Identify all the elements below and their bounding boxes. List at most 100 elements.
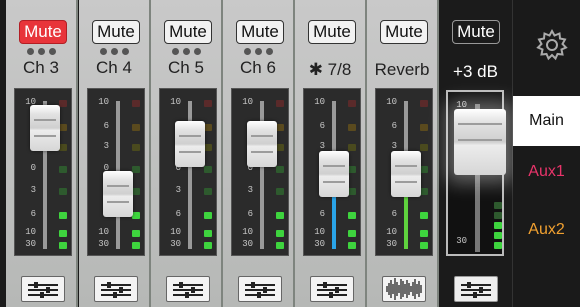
meter-led — [59, 230, 67, 237]
sliders-line — [28, 284, 58, 286]
meter-led — [204, 230, 212, 237]
meter-led — [132, 242, 140, 249]
scale-label: 6 — [391, 209, 397, 219]
mute-button[interactable]: Mute — [236, 20, 284, 44]
fader-panel: 10630361030 — [14, 88, 72, 256]
mute-button[interactable]: Mute — [164, 20, 212, 44]
mute-button[interactable]: Mute — [19, 20, 67, 44]
scale-label: 10 — [98, 97, 109, 107]
meter-led — [204, 100, 212, 107]
scale-label: 3 — [319, 141, 325, 151]
scale-label: 30 — [314, 239, 325, 249]
mute-button[interactable]: Mute — [92, 20, 140, 44]
eq-settings-button[interactable] — [382, 276, 426, 302]
channel-strip: MuteCh 610630361030 — [223, 0, 295, 307]
eq-settings-button[interactable] — [310, 276, 354, 302]
indicator-dot — [26, 48, 34, 55]
channel-strip: MuteCh 410630361030 — [79, 0, 151, 307]
meter-led — [276, 188, 284, 195]
meter-led — [59, 144, 67, 151]
scale-label: 30 — [456, 236, 467, 246]
bus-main-button[interactable]: Main — [513, 96, 580, 146]
bus-sidebar: Main Aux1 Aux2 — [513, 0, 580, 307]
bus-aux1-button[interactable]: Aux1 — [513, 163, 580, 181]
mute-button[interactable]: Mute — [452, 20, 500, 44]
scale-label: 6 — [319, 209, 325, 219]
fader-panel: 10630361030 — [159, 88, 217, 256]
meter-led — [204, 242, 212, 249]
meter-led — [348, 124, 356, 131]
mute-button[interactable]: Mute — [380, 20, 428, 44]
scale-label: 30 — [98, 239, 109, 249]
fader-knob[interactable] — [454, 109, 506, 176]
meter-led — [348, 230, 356, 237]
meter-led — [59, 100, 67, 107]
channel-name: Reverb — [374, 60, 430, 79]
meter-led — [59, 166, 67, 173]
eq-settings-button[interactable] — [454, 276, 498, 302]
scale-label: 3 — [175, 185, 181, 195]
fader-knob[interactable] — [103, 171, 133, 218]
sliders-icon — [167, 277, 209, 301]
scale-label: 10 — [314, 97, 325, 107]
sliders-tick — [191, 287, 195, 293]
channel-strip: MuteCh 310630361030 — [6, 0, 78, 307]
sliders-icon — [239, 277, 281, 301]
indicator-dot — [171, 48, 179, 55]
fader-knob[interactable] — [175, 120, 205, 167]
meter-led — [348, 188, 356, 195]
scale-label: 10 — [314, 227, 325, 237]
gear-icon[interactable] — [535, 28, 569, 62]
mute-button[interactable]: Mute — [308, 20, 356, 44]
eq-settings-button[interactable] — [238, 276, 282, 302]
meter-led — [420, 166, 428, 173]
meter-led — [59, 188, 67, 195]
sliders-line — [101, 289, 131, 291]
meter-led — [420, 242, 428, 249]
meter-led — [420, 230, 428, 237]
meter-led — [132, 188, 140, 195]
meter-led — [132, 124, 140, 131]
fader-knob[interactable] — [319, 150, 349, 197]
sliders-tick — [323, 282, 327, 288]
eq-settings-button[interactable] — [21, 276, 65, 302]
scale-label: 30 — [170, 239, 181, 249]
fader-knob[interactable] — [391, 150, 421, 197]
sliders-tick — [46, 287, 50, 293]
meter-led — [276, 242, 284, 249]
fader-knob[interactable] — [30, 104, 60, 151]
channel-strip: MuteCh 510630361030 — [151, 0, 223, 307]
meter-led — [276, 166, 284, 173]
scale-label: 6 — [391, 121, 397, 131]
scale-label: 6 — [247, 209, 253, 219]
sliders-line — [461, 284, 491, 286]
sliders-tick — [473, 292, 477, 298]
sliders-icon — [22, 277, 64, 301]
scale-label: 3 — [391, 141, 397, 151]
sliders-tick — [335, 287, 339, 293]
meter-led — [420, 124, 428, 131]
sliders-tick — [251, 282, 255, 288]
channel-strip: MuteReverb10630361030 — [367, 0, 439, 307]
eq-settings-button[interactable] — [166, 276, 210, 302]
meter-led — [494, 242, 502, 249]
scale-label: 3 — [30, 185, 36, 195]
sliders-line — [461, 289, 491, 291]
sliders-tick — [329, 292, 333, 298]
scale-label: 3 — [103, 141, 109, 151]
sliders-line — [245, 284, 275, 286]
scale-label: 6 — [30, 209, 36, 219]
fader-knob[interactable] — [247, 120, 277, 167]
bus-aux2-button[interactable]: Aux2 — [513, 221, 580, 239]
sliders-tick — [40, 292, 44, 298]
eq-settings-button[interactable] — [94, 276, 138, 302]
meter-led — [420, 188, 428, 195]
meter-led — [348, 144, 356, 151]
sliders-tick — [479, 287, 483, 293]
sliders-tick — [113, 292, 117, 298]
master-level-label: +3 dB — [453, 62, 498, 81]
channel-strip: Mute✱ 7/810630361030 — [295, 0, 367, 307]
scale-label: 10 — [170, 97, 181, 107]
channel-indicator-dots — [79, 48, 149, 56]
meter-led — [348, 212, 356, 219]
